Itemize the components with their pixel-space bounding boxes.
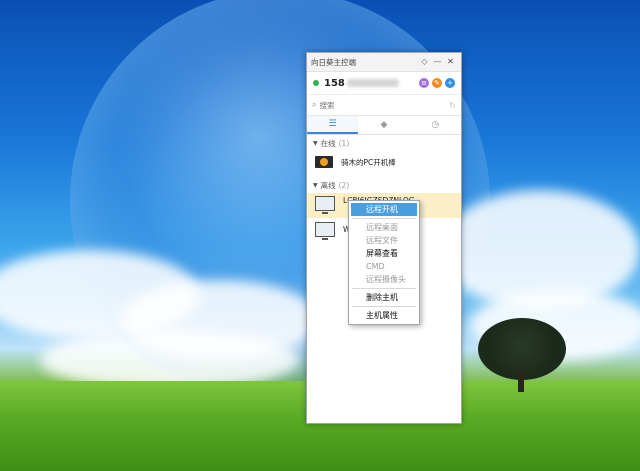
- group-offline-count: (2): [338, 180, 350, 190]
- group-online-label: 在线: [320, 138, 336, 148]
- menu-item-6[interactable]: 删除主机: [349, 291, 419, 304]
- collapse-arrow-icon: ▼: [313, 181, 318, 189]
- tools-icon[interactable]: ✎: [432, 78, 442, 88]
- boot-stick-icon: [315, 156, 333, 168]
- tab-history[interactable]: ◷: [410, 116, 461, 134]
- collapse-arrow-icon: ▼: [313, 139, 318, 147]
- close-button[interactable]: ✕: [444, 53, 457, 71]
- menu-item-3[interactable]: 屏幕查看: [349, 247, 419, 260]
- group-online[interactable]: ▼ 在线 (1): [307, 135, 461, 151]
- menu-separator: [352, 218, 416, 219]
- menu-separator: [352, 306, 416, 307]
- host-name: 骑木的PC开机棒: [341, 157, 396, 167]
- tab-tags[interactable]: ◆: [358, 116, 409, 134]
- search-input[interactable]: [316, 100, 450, 110]
- menu-item-1[interactable]: 远程桌面: [349, 221, 419, 234]
- account-id[interactable]: 158: [324, 78, 416, 89]
- monitor-icon: [315, 196, 335, 214]
- menu-item-5[interactable]: 远程摄像头: [349, 273, 419, 286]
- list-icon: ☰: [328, 119, 337, 129]
- host-context-menu: 远程开机远程桌面 远程文件 屏幕查看 CMD 远程摄像头删除主机主机属性: [348, 200, 420, 325]
- tab-bar: ☰ ◆ ◷: [307, 116, 461, 135]
- refresh-icon[interactable]: ↻: [449, 101, 456, 110]
- online-status-dot: [313, 80, 319, 86]
- add-host-icon[interactable]: +: [445, 78, 455, 88]
- menu-item-0[interactable]: 远程开机: [351, 203, 417, 216]
- tab-host-list[interactable]: ☰: [307, 116, 359, 134]
- window-title: 向日葵主控端: [311, 57, 356, 67]
- wallpaper-tree-trunk: [518, 370, 524, 392]
- tag-icon: ◆: [380, 120, 388, 130]
- menu-separator: [352, 288, 416, 289]
- minimize-button[interactable]: —: [431, 53, 444, 71]
- title-bar[interactable]: 向日葵主控端 ◇ — ✕: [307, 53, 461, 72]
- menu-item-4[interactable]: CMD: [349, 260, 419, 273]
- message-icon[interactable]: ≡: [419, 78, 429, 88]
- clock-icon: ◷: [431, 120, 440, 130]
- account-id-prefix: 158: [324, 77, 345, 89]
- pin-button[interactable]: ◇: [418, 53, 431, 71]
- search-bar: ⌕ ↻: [307, 95, 461, 116]
- group-offline-label: 离线: [320, 180, 336, 190]
- account-bar: 158 ≡ ✎ +: [307, 72, 461, 95]
- menu-item-7[interactable]: 主机属性: [349, 309, 419, 322]
- host-item-online-1[interactable]: 骑木的PC开机棒: [307, 151, 461, 173]
- menu-item-2[interactable]: 远程文件: [349, 234, 419, 247]
- account-id-redacted: [346, 78, 399, 87]
- group-online-count: (1): [338, 138, 350, 148]
- group-offline[interactable]: ▼ 离线 (2): [307, 177, 461, 193]
- monitor-icon: [315, 221, 335, 240]
